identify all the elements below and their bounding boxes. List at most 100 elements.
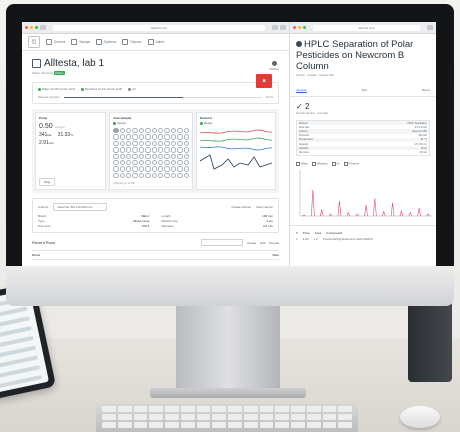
well[interactable] [158, 140, 164, 147]
chromatogram-peak[interactable] [364, 204, 368, 216]
sidebar-icon[interactable] [40, 25, 46, 30]
well[interactable] [113, 172, 119, 179]
well-plate[interactable] [113, 128, 189, 179]
nav-sample[interactable]: Sample [71, 39, 90, 45]
well[interactable] [177, 172, 183, 179]
chromatogram-peak[interactable] [373, 197, 377, 216]
well[interactable] [183, 166, 189, 172]
well[interactable] [151, 128, 158, 134]
chromatogram-peak[interactable] [355, 212, 359, 216]
well[interactable] [170, 159, 177, 166]
well[interactable] [138, 134, 145, 140]
well[interactable] [170, 147, 177, 153]
well[interactable] [113, 147, 119, 153]
well[interactable] [126, 134, 132, 140]
well[interactable] [145, 166, 151, 172]
edit-run-button[interactable]: Edit [260, 241, 265, 245]
well[interactable] [113, 134, 119, 140]
well[interactable] [177, 134, 183, 140]
well[interactable] [177, 140, 183, 147]
well[interactable] [164, 147, 170, 153]
maximize-dot[interactable] [303, 26, 306, 29]
well[interactable] [170, 128, 177, 134]
well[interactable] [151, 153, 158, 159]
well[interactable] [126, 140, 132, 147]
well[interactable] [158, 172, 164, 179]
well[interactable] [113, 140, 119, 147]
well[interactable] [138, 166, 145, 172]
chromatogram-peak[interactable] [426, 212, 430, 216]
well[interactable] [132, 159, 138, 166]
nav-devices[interactable]: Devices [46, 39, 65, 45]
well[interactable] [138, 147, 145, 153]
close-dot[interactable] [293, 26, 296, 29]
runs-search-input[interactable] [201, 239, 244, 246]
tab-rerun[interactable]: Rerun [422, 88, 430, 93]
well[interactable] [119, 128, 126, 134]
well[interactable] [158, 153, 164, 159]
well[interactable] [119, 166, 126, 172]
well[interactable] [132, 153, 138, 159]
legend-air[interactable]: Air [332, 162, 340, 166]
stop-run-button[interactable]: ■ [256, 74, 272, 88]
share-icon[interactable] [272, 25, 278, 30]
well[interactable] [138, 153, 145, 159]
well[interactable] [164, 128, 170, 134]
chromatogram-peak[interactable] [390, 202, 395, 216]
well[interactable] [126, 166, 132, 172]
well[interactable] [126, 147, 132, 153]
well[interactable] [113, 166, 119, 172]
well[interactable] [164, 159, 170, 166]
tab-run[interactable]: Run [362, 88, 368, 93]
well[interactable] [164, 172, 170, 179]
well[interactable] [119, 159, 126, 166]
well[interactable] [145, 153, 151, 159]
close-dot[interactable] [25, 26, 28, 29]
well[interactable] [170, 134, 177, 140]
well[interactable] [164, 153, 170, 159]
well[interactable] [177, 147, 183, 153]
legend-water[interactable]: Water [296, 162, 308, 166]
nav-systems[interactable]: Systems [96, 39, 116, 45]
well[interactable] [151, 140, 158, 147]
well[interactable] [119, 147, 126, 153]
well[interactable] [151, 159, 158, 166]
well[interactable] [158, 128, 164, 134]
address-bar-right[interactable]: alltesta.com [313, 24, 420, 31]
well[interactable] [126, 159, 132, 166]
well[interactable] [151, 147, 158, 153]
chromatogram-peak[interactable] [408, 211, 413, 216]
well[interactable] [113, 128, 119, 134]
well[interactable] [158, 134, 164, 140]
maximize-dot[interactable] [35, 26, 38, 29]
well[interactable] [145, 128, 151, 134]
well[interactable] [183, 128, 189, 134]
create-run-button[interactable]: Create [247, 241, 256, 245]
well[interactable] [177, 128, 183, 134]
well[interactable] [183, 140, 189, 147]
well[interactable] [170, 172, 177, 179]
settings-button[interactable]: Setting [270, 60, 279, 71]
chromatogram-peak[interactable] [319, 208, 324, 216]
well[interactable] [119, 134, 126, 140]
well[interactable] [170, 140, 177, 147]
well[interactable] [158, 159, 164, 166]
create-column-link[interactable]: Create column [232, 205, 252, 209]
well[interactable] [145, 172, 151, 179]
well[interactable] [164, 140, 170, 147]
well[interactable] [145, 159, 151, 166]
well[interactable] [138, 172, 145, 179]
view-column-link[interactable]: View column [256, 205, 273, 209]
well[interactable] [145, 134, 151, 140]
well[interactable] [138, 128, 145, 134]
well[interactable] [170, 166, 177, 172]
well[interactable] [138, 159, 145, 166]
address-bar[interactable]: Alltesta.com [53, 24, 265, 31]
app-logo[interactable]: ◫ [28, 36, 40, 48]
chromatogram-peak[interactable] [381, 210, 386, 216]
chromatogram-peak[interactable] [346, 211, 351, 216]
well[interactable] [138, 140, 145, 147]
well[interactable] [158, 166, 164, 172]
well[interactable] [183, 159, 189, 166]
well[interactable] [132, 166, 138, 172]
